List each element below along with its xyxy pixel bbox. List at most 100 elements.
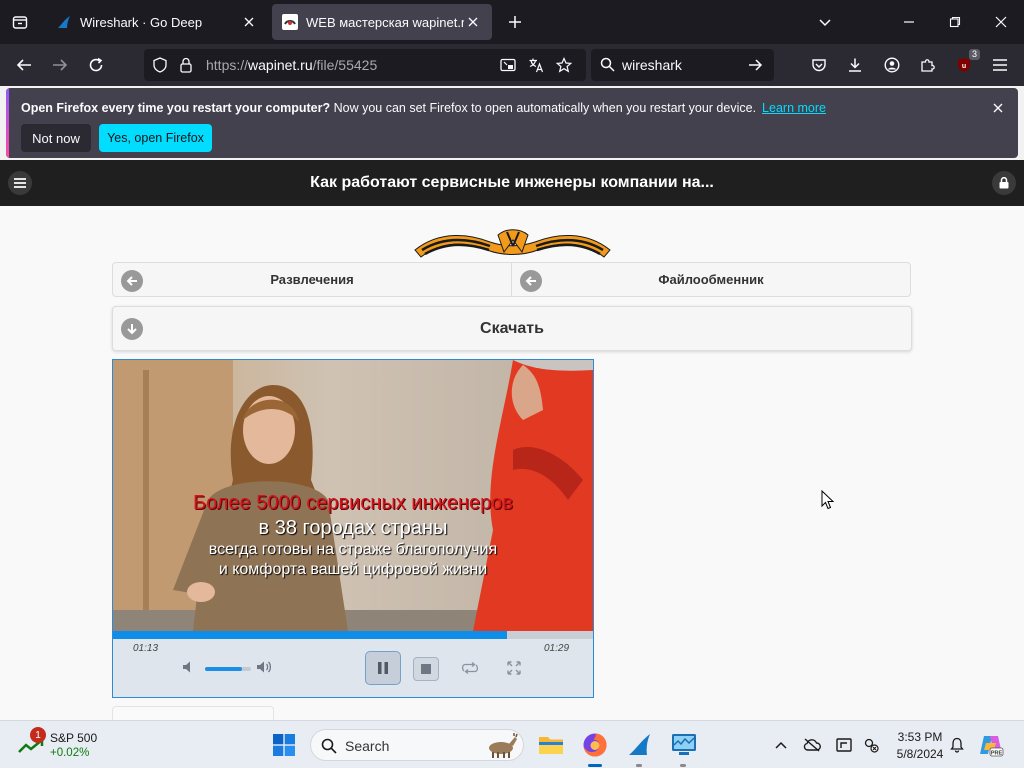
arrow-down-circle-icon <box>121 318 143 340</box>
stock-change: +0.02% <box>50 747 90 759</box>
seek-bar-played <box>113 631 507 639</box>
subtitle-line-3: всегда готовы на страже благополучия <box>208 541 498 558</box>
nav-back-fileshare-button[interactable]: Файлообменник <box>511 262 911 297</box>
address-bar[interactable]: https://wapinet.ru/file/55425 <box>144 49 586 81</box>
tab-bar: Wireshark · Go Deep WEB мастерская wapin… <box>0 0 1024 44</box>
stop-button[interactable] <box>413 657 439 681</box>
windows-start-icon[interactable] <box>270 731 298 759</box>
download-button[interactable]: Скачать <box>112 306 912 351</box>
search-icon <box>600 57 615 72</box>
copilot-icon[interactable]: PRE <box>977 731 1005 759</box>
padlock-icon[interactable] <box>180 57 192 73</box>
subtitle-line-4: и комфорта вашей цифровой жизни <box>218 561 488 578</box>
close-tab-icon[interactable] <box>464 13 482 31</box>
tab-wapinet[interactable]: WEB мастерская wapinet.ru - I <box>272 4 492 40</box>
picture-in-picture-icon[interactable] <box>500 57 516 73</box>
stock-notification-badge: 1 <box>30 727 46 743</box>
download-icon[interactable] <box>843 53 867 77</box>
seek-bar[interactable] <box>113 631 593 639</box>
search-highlight-donkey-icon <box>489 733 518 758</box>
running-app-indicator <box>680 764 686 767</box>
wapinet-favicon-icon <box>282 14 298 30</box>
chevron-down-icon[interactable] <box>813 10 837 34</box>
taskbar-search-placeholder: Search <box>345 738 390 754</box>
search-input[interactable]: wireshark <box>622 57 682 73</box>
volume-slider[interactable] <box>205 667 251 671</box>
forward-arrow-icon[interactable] <box>48 53 72 77</box>
total-time: 01:29 <box>544 643 570 654</box>
stock-name: S&P 500 <box>50 731 98 745</box>
search-go-arrow-icon[interactable] <box>748 58 763 72</box>
subtitle-line-1: Более 5000 сервисных инженеров <box>192 492 514 514</box>
network-capture-app-icon[interactable] <box>670 731 698 759</box>
notification-bell-icon[interactable] <box>943 731 971 759</box>
volume-level <box>205 667 242 671</box>
firefox-startup-notification: Open Firefox every time you restart your… <box>6 88 1018 158</box>
notification-accent <box>6 88 9 158</box>
extensions-puzzle-icon[interactable] <box>916 53 940 77</box>
close-tab-icon[interactable] <box>240 13 258 31</box>
shield-icon[interactable] <box>153 57 167 73</box>
video-player[interactable]: Более 5000 сервисных инженеров в 38 горо… <box>112 359 594 698</box>
speaker-max-icon[interactable] <box>256 659 274 675</box>
repeat-icon[interactable] <box>460 660 480 676</box>
nav-left-label: Развлечения <box>270 272 354 287</box>
cloud-offline-icon[interactable] <box>798 731 826 759</box>
pause-icon <box>378 662 388 674</box>
svg-text:PRE: PRE <box>991 750 1003 756</box>
active-app-indicator <box>588 764 602 767</box>
translate-icon[interactable] <box>528 57 544 73</box>
page-title: Как работают сервисные инженеры компании… <box>310 174 714 191</box>
download-label: Скачать <box>480 319 544 337</box>
tab-title: WEB мастерская wapinet.ru - I <box>306 14 464 30</box>
tab-list-icon[interactable] <box>8 10 32 34</box>
nav-back-entertainment-button[interactable]: Развлечения <box>112 262 512 297</box>
stop-icon <box>421 664 431 674</box>
extension-badge: 3 <box>968 49 980 60</box>
minimize-icon[interactable] <box>897 10 921 34</box>
restore-icon[interactable] <box>943 10 967 34</box>
firefox-icon[interactable] <box>581 731 609 759</box>
back-arrow-icon[interactable] <box>12 53 36 77</box>
search-bar[interactable]: wireshark <box>591 49 774 81</box>
wireshark-fin-icon <box>58 16 70 28</box>
taskbar: 1 S&P 500 +0.02% Search 3:53 PM 5/8/2024 <box>0 720 1024 768</box>
url-text[interactable]: https://wapinet.ru/file/55425 <box>206 57 377 73</box>
svg-text:u: u <box>962 63 966 70</box>
chevron-up-icon[interactable] <box>767 731 795 759</box>
fullscreen-icon[interactable] <box>506 660 522 676</box>
navigation-toolbar: https://wapinet.ru/file/55425 wireshark … <box>0 44 1024 86</box>
hamburger-menu-icon[interactable] <box>988 53 1012 77</box>
search-icon <box>321 738 337 754</box>
network-disconnected-icon[interactable] <box>857 731 885 759</box>
yes-open-firefox-button[interactable]: Yes, open Firefox <box>99 124 212 152</box>
speaker-mute-icon[interactable] <box>181 659 197 675</box>
mouse-pointer-icon <box>821 490 835 510</box>
star-bookmark-icon[interactable] <box>556 57 572 73</box>
window-close-icon[interactable] <box>989 10 1013 34</box>
not-now-button[interactable]: Not now <box>21 124 91 152</box>
pocket-icon[interactable] <box>807 53 831 77</box>
pause-button[interactable] <box>365 651 401 685</box>
arrow-left-circle-icon <box>121 270 143 292</box>
ublock-extension-icon[interactable]: u 3 <box>952 49 980 77</box>
st-george-ribbon-icon <box>414 229 611 258</box>
site-header: Как работают сервисные инженеры компании… <box>0 160 1024 206</box>
taskbar-search-box[interactable]: Search <box>310 729 524 761</box>
screen-clip-icon[interactable] <box>830 731 858 759</box>
learn-more-link[interactable]: Learn more <box>762 101 826 115</box>
file-explorer-icon[interactable] <box>537 731 565 759</box>
account-icon[interactable] <box>880 53 904 77</box>
subtitle-line-2: в 38 городах страны <box>258 517 448 539</box>
wireshark-icon[interactable] <box>626 731 654 759</box>
notification-close-icon[interactable] <box>990 100 1006 116</box>
video-frame[interactable]: Более 5000 сервисных инженеров в 38 горо… <box>113 360 593 631</box>
current-time: 01:13 <box>133 643 159 654</box>
lock-icon[interactable] <box>992 171 1016 195</box>
nav-right-label: Файлообменник <box>658 272 764 287</box>
page-content: Развлечения Файлообменник Скачать Более … <box>0 206 1024 726</box>
tab-wireshark[interactable]: Wireshark · Go Deep <box>46 4 268 40</box>
reload-icon[interactable] <box>84 53 108 77</box>
new-tab-plus-icon[interactable] <box>503 10 527 34</box>
notification-message: Open Firefox every time you restart your… <box>21 101 826 115</box>
